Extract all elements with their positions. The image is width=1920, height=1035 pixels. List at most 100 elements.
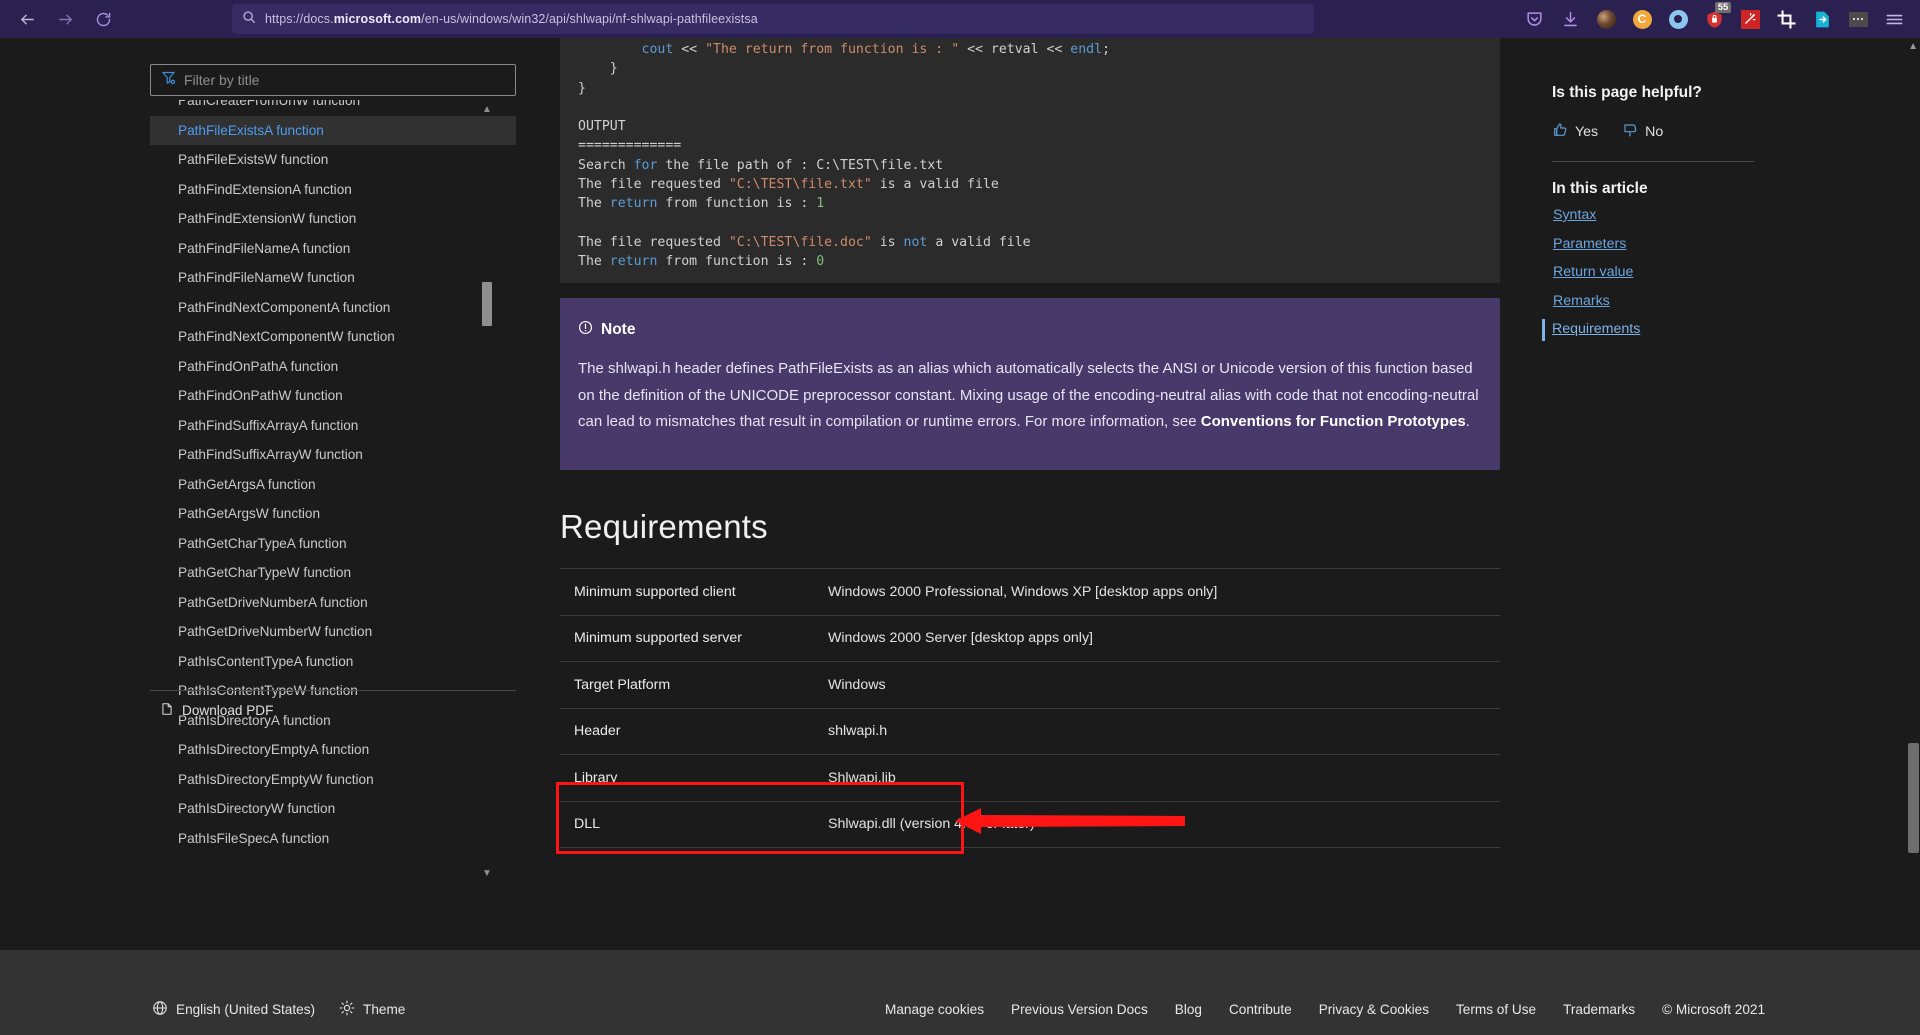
extension-dots-icon[interactable] bbox=[1840, 2, 1876, 36]
toc-item[interactable]: PathIsDirectoryEmptyA function bbox=[150, 735, 516, 765]
feedback-no-button[interactable]: No bbox=[1622, 122, 1663, 142]
in-this-article: In this article Syntax Parameters Return v… bbox=[1542, 180, 1802, 341]
extension-crop-icon[interactable] bbox=[1768, 2, 1804, 36]
toc-scroll-up-icon[interactable]: ▲ bbox=[482, 104, 492, 116]
toc-item[interactable]: PathIsDirectoryW function bbox=[150, 794, 516, 824]
footer-link[interactable]: Trademarks bbox=[1563, 1002, 1635, 1017]
toc-item[interactable]: PathFindNextComponentA function bbox=[150, 293, 516, 323]
footer-link[interactable]: Terms of Use bbox=[1456, 1002, 1536, 1017]
toc-item[interactable]: PathIsDirectoryEmptyW function bbox=[150, 765, 516, 795]
toc-item[interactable]: PathFindExtensionA function bbox=[150, 175, 516, 205]
code-line: } bbox=[578, 79, 1482, 98]
toc-item[interactable]: PathGetArgsA function bbox=[150, 470, 516, 500]
extension-red-wand-icon[interactable] bbox=[1732, 2, 1768, 36]
code-token: The bbox=[578, 196, 610, 212]
code-token: return bbox=[609, 196, 658, 212]
table-row: Minimum supported server Windows 2000 Ser… bbox=[560, 615, 1500, 662]
toc-item[interactable]: PathFileExistsA function bbox=[150, 115, 516, 145]
toc-item[interactable]: PathGetArgsW function bbox=[150, 499, 516, 529]
extension-cyan-export-icon[interactable] bbox=[1804, 2, 1840, 36]
code-token: OUTPUT bbox=[578, 119, 626, 135]
toc-item[interactable]: PathGetDriveNumberW function bbox=[150, 617, 516, 647]
toc-item[interactable]: PathFindSuffixArrayA function bbox=[150, 411, 516, 441]
feedback-row: Yes No bbox=[1552, 122, 1802, 142]
page-scrollbar[interactable]: ▲ ▼ bbox=[1906, 38, 1920, 1035]
code-token: from function is : bbox=[657, 196, 817, 212]
toc-item[interactable]: PathFindExtensionW function bbox=[150, 204, 516, 234]
toc-item[interactable]: PathFindFileNameW function bbox=[150, 263, 516, 293]
toc-item[interactable]: PathFileExistsW function bbox=[150, 145, 516, 175]
account-avatar-icon[interactable] bbox=[1588, 2, 1624, 36]
code-line: } bbox=[578, 59, 1482, 78]
toc-item[interactable]: PathIsFileSpecA function bbox=[150, 824, 516, 854]
note-link[interactable]: Conventions for Function Prototypes bbox=[1201, 413, 1466, 430]
download-pdf-button[interactable]: Download PDF bbox=[150, 690, 516, 730]
toc-item-label: PathFindSuffixArrayW function bbox=[178, 447, 363, 463]
browser-toolbar: https://docs.microsoft.com/en-us/windows… bbox=[0, 0, 1920, 38]
toc-scrollbar-thumb[interactable] bbox=[482, 282, 492, 326]
toc-item[interactable]: PathIsContentTypeA function bbox=[150, 647, 516, 677]
toc-item-label: PathIsDirectoryEmptyW function bbox=[178, 771, 374, 787]
toc-item-label: PathGetCharTypeW function bbox=[178, 565, 352, 581]
article-toc-link[interactable]: Remarks bbox=[1552, 291, 1802, 313]
reload-button[interactable] bbox=[86, 4, 120, 34]
toc-item[interactable]: PathCreateFromUrlW function bbox=[150, 100, 516, 116]
toc-item[interactable]: PathGetCharTypeW function bbox=[150, 558, 516, 588]
requirement-key: Minimum supported client bbox=[560, 568, 828, 616]
table-row: Target Platform Windows bbox=[560, 661, 1500, 709]
code-token: The file requested bbox=[578, 177, 729, 193]
forward-button[interactable] bbox=[48, 4, 82, 34]
code-line: The return from function is : 1 bbox=[578, 194, 1482, 213]
toc-item[interactable]: PathFindOnPathW function bbox=[150, 381, 516, 411]
filter-placeholder: Filter by title bbox=[184, 72, 260, 88]
toc-item[interactable]: PathGetDriveNumberA function bbox=[150, 588, 516, 618]
footer-link[interactable]: Privacy & Cookies bbox=[1319, 1002, 1429, 1017]
pocket-icon[interactable] bbox=[1516, 2, 1552, 36]
page-scroll-up-icon[interactable]: ▲ bbox=[1908, 41, 1918, 52]
toc-item[interactable]: PathFindSuffixArrayW function bbox=[150, 440, 516, 470]
footer-link[interactable]: Contribute bbox=[1229, 1002, 1292, 1017]
address-bar[interactable]: https://docs.microsoft.com/en-us/windows… bbox=[232, 4, 1314, 34]
article-toc-link[interactable]: Requirements bbox=[1542, 319, 1802, 341]
page-scrollbar-thumb[interactable] bbox=[1908, 743, 1919, 853]
footer-link[interactable]: Manage cookies bbox=[885, 1002, 984, 1017]
toc-scroll-down-icon[interactable]: ▼ bbox=[482, 868, 492, 880]
article-toc-link[interactable]: Return value bbox=[1552, 262, 1802, 284]
toc-item[interactable]: PathFindOnPathA function bbox=[150, 352, 516, 382]
toc-scrollbar[interactable]: ▲ ▼ bbox=[482, 104, 492, 880]
footer-link[interactable]: Blog bbox=[1175, 1002, 1202, 1017]
requirement-value: Windows 2000 Server [desktop apps only] bbox=[828, 615, 1500, 662]
toc-item[interactable]: PathFindNextComponentW function bbox=[150, 322, 516, 352]
app-menu-icon[interactable] bbox=[1876, 2, 1912, 36]
feedback-yes-button[interactable]: Yes bbox=[1552, 122, 1598, 142]
theme-selector[interactable]: Theme bbox=[339, 1000, 405, 1019]
article-toc-link[interactable]: Parameters bbox=[1552, 234, 1802, 256]
feedback-heading: Is this page helpful? bbox=[1552, 84, 1702, 101]
downloads-icon[interactable] bbox=[1552, 2, 1588, 36]
code-token: endl bbox=[1070, 42, 1103, 57]
back-button[interactable] bbox=[10, 4, 44, 34]
code-token: not bbox=[903, 234, 928, 250]
code-token: The file requested bbox=[578, 234, 729, 250]
code-token: ============= bbox=[578, 138, 682, 154]
code-token: is a valid file bbox=[871, 177, 999, 193]
feedback-yes-label: Yes bbox=[1575, 124, 1599, 140]
extension-orange-c-icon[interactable]: C bbox=[1624, 2, 1660, 36]
code-token: the file path of : C:\TEST\file.txt bbox=[657, 157, 944, 173]
article-toc-link[interactable]: Syntax bbox=[1552, 205, 1802, 227]
toc-item[interactable]: PathGetCharTypeA function bbox=[150, 529, 516, 559]
toc-item-label: PathFindOnPathW function bbox=[178, 388, 343, 404]
extension-red-shield-icon[interactable]: 55 bbox=[1696, 2, 1732, 36]
toc-list: PathCreateFromUrlW function PathFileExist… bbox=[150, 100, 516, 880]
toc-item[interactable]: PathFindFileNameA function bbox=[150, 234, 516, 264]
language-selector[interactable]: English (United States) bbox=[152, 1000, 315, 1019]
site-footer: English (United States) Theme Manage coo… bbox=[0, 950, 1920, 1035]
code-token: a valid file bbox=[927, 234, 1031, 250]
code-token: ; bbox=[1102, 42, 1111, 57]
extension-blue-ring-icon[interactable] bbox=[1660, 2, 1696, 36]
footer-link[interactable]: Previous Version Docs bbox=[1011, 1002, 1148, 1017]
code-token: << retval << bbox=[959, 42, 1071, 57]
in-this-article-links: Syntax Parameters Return value Remarks Requi… bbox=[1542, 205, 1802, 341]
filter-input[interactable]: Filter by title bbox=[150, 64, 516, 96]
